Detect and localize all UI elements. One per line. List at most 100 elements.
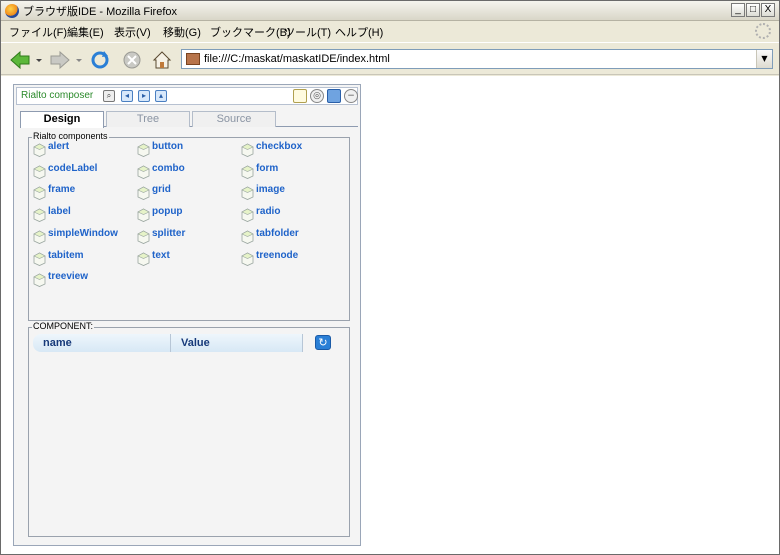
next-icon[interactable]: ▸ <box>138 90 150 102</box>
tab-design[interactable]: Design <box>20 111 104 128</box>
menu-help[interactable]: ヘルプ(H) <box>335 24 383 40</box>
component-cube-icon <box>137 208 150 223</box>
menu-view[interactable]: 表示(V) <box>114 24 151 40</box>
composer-title: Rialto composer <box>21 90 94 101</box>
column-value-header[interactable]: Value <box>171 334 303 352</box>
component-item-tabitem[interactable]: tabitem <box>33 250 133 268</box>
close-button[interactable]: X <box>761 3 775 17</box>
rialto-composer-panel: Rialto composer ⌕ ◂ ▸ ▴ ◎ − Design Tree … <box>13 84 361 546</box>
forward-icon[interactable] <box>49 50 71 70</box>
new-file-icon[interactable] <box>293 89 307 103</box>
component-cube-icon <box>137 186 150 201</box>
minimize-button[interactable]: _ <box>731 3 745 17</box>
component-item-form[interactable]: form <box>241 163 341 181</box>
component-legend: COMPONENT: <box>32 321 95 331</box>
component-label[interactable]: codeLabel <box>48 163 97 174</box>
throbber-icon <box>755 23 771 39</box>
home-icon[interactable] <box>151 50 173 70</box>
component-label[interactable]: form <box>256 163 278 174</box>
up-icon[interactable]: ▴ <box>155 90 167 102</box>
component-cube-icon <box>137 252 150 266</box>
component-label[interactable]: radio <box>256 206 280 217</box>
firefox-window: ブラウザ版IDE - Mozilla Firefox _ □ X ファイル(F)… <box>0 0 780 555</box>
component-item-treeview[interactable]: treeview <box>33 271 133 289</box>
reload-icon[interactable] <box>89 50 111 70</box>
menu-file[interactable]: ファイル(F) <box>9 24 67 40</box>
component-item-treenode[interactable]: treenode <box>241 250 341 268</box>
component-label[interactable]: grid <box>152 184 171 195</box>
component-item-combo[interactable]: combo <box>137 163 237 181</box>
menu-edit[interactable]: 編集(E) <box>67 24 104 40</box>
component-item-frame[interactable]: frame <box>33 184 133 202</box>
component-label[interactable]: splitter <box>152 228 185 239</box>
menu-tools[interactable]: ツール(T) <box>284 24 331 40</box>
component-item-image[interactable]: image <box>241 184 341 202</box>
component-cube-icon <box>33 252 46 266</box>
component-cube-icon <box>137 165 150 179</box>
component-item-checkbox[interactable]: checkbox <box>241 141 341 159</box>
component-cube-icon <box>33 143 46 157</box>
component-label[interactable]: treenode <box>256 250 298 261</box>
page-content: Rialto composer ⌕ ◂ ▸ ▴ ◎ − Design Tree … <box>1 76 779 554</box>
back-dropdown-icon[interactable] <box>35 50 43 70</box>
component-label[interactable]: checkbox <box>256 141 302 152</box>
book-icon[interactable] <box>327 89 341 103</box>
component-item-popup[interactable]: popup <box>137 206 237 224</box>
maximize-button[interactable]: □ <box>746 3 760 17</box>
minimize-panel-icon[interactable]: − <box>344 89 358 103</box>
component-label[interactable]: treeview <box>48 271 88 282</box>
component-cube-icon <box>33 273 46 288</box>
rialto-components-legend: Rialto components <box>32 131 109 141</box>
menu-bookmarks[interactable]: ブックマーク(B) <box>210 24 291 40</box>
component-label[interactable]: image <box>256 184 285 195</box>
menu-bar: ファイル(F) 編集(E) 表示(V) 移動(G) ブックマーク(B) ツール(… <box>1 21 779 41</box>
tab-tree[interactable]: Tree <box>106 111 190 127</box>
component-item-radio[interactable]: radio <box>241 206 341 224</box>
menu-go[interactable]: 移動(G) <box>163 24 201 40</box>
options-icon[interactable]: ◎ <box>310 89 324 103</box>
address-dropdown-button[interactable]: ▼ <box>756 50 772 68</box>
component-cube-icon <box>241 208 254 223</box>
window-title: ブラウザ版IDE - Mozilla Firefox <box>23 6 178 18</box>
address-bar[interactable]: file:///C:/maskat/maskatIDE/index.html ▼ <box>181 49 773 69</box>
component-item-button[interactable]: button <box>137 141 237 159</box>
component-item-splitter[interactable]: splitter <box>137 228 237 246</box>
navigation-toolbar: file:///C:/maskat/maskatIDE/index.html ▼ <box>1 42 779 75</box>
component-item-alert[interactable]: alert <box>33 141 133 159</box>
page-icon <box>186 53 200 65</box>
refresh-button[interactable]: ↻ <box>315 335 331 350</box>
component-label[interactable]: combo <box>152 163 185 174</box>
address-url[interactable]: file:///C:/maskat/maskatIDE/index.html <box>204 53 390 65</box>
component-item-codelabel[interactable]: codeLabel <box>33 163 133 181</box>
component-label[interactable]: frame <box>48 184 75 195</box>
component-label[interactable]: tabfolder <box>256 228 299 239</box>
component-label[interactable]: popup <box>152 206 183 217</box>
component-label[interactable]: button <box>152 141 183 152</box>
zoom-icon[interactable]: ⌕ <box>103 90 115 102</box>
component-label[interactable]: simpleWindow <box>48 228 118 239</box>
forward-dropdown-icon[interactable] <box>75 50 83 70</box>
component-cube-icon <box>33 186 46 201</box>
component-item-grid[interactable]: grid <box>137 184 237 202</box>
column-name-header[interactable]: name <box>33 334 171 352</box>
back-icon[interactable] <box>9 50 31 70</box>
component-item-tabfolder[interactable]: tabfolder <box>241 228 341 246</box>
component-cube-icon <box>33 165 46 179</box>
component-cube-icon <box>137 143 150 157</box>
component-label[interactable]: text <box>152 250 170 261</box>
firefox-icon <box>5 4 19 18</box>
component-cube-icon <box>241 143 254 157</box>
component-cube-icon <box>241 165 254 179</box>
component-label[interactable]: label <box>48 206 71 217</box>
component-item-label[interactable]: label <box>33 206 133 224</box>
component-cube-icon <box>137 230 150 244</box>
tab-source[interactable]: Source <box>192 111 276 127</box>
component-label[interactable]: alert <box>48 141 69 152</box>
composer-header: Rialto composer ⌕ ◂ ▸ ▴ ◎ − <box>16 87 358 105</box>
component-label[interactable]: tabitem <box>48 250 84 261</box>
prev-icon[interactable]: ◂ <box>121 90 133 102</box>
component-item-text[interactable]: text <box>137 250 237 268</box>
component-item-simplewindow[interactable]: simpleWindow <box>33 228 133 246</box>
stop-icon[interactable] <box>121 50 143 70</box>
properties-table-header: name Value ↻ <box>33 334 351 352</box>
